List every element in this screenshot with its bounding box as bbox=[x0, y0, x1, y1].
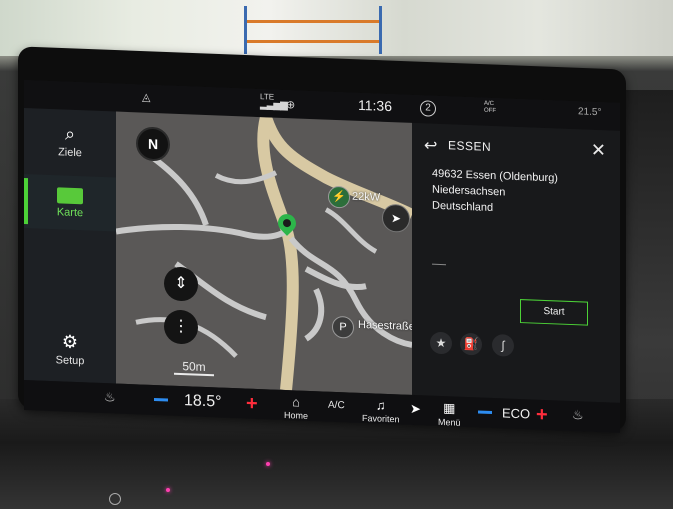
favorites-button[interactable]: ♫ Favoriten bbox=[362, 397, 400, 425]
seat-heating-right-icon[interactable]: ♨ bbox=[572, 407, 584, 423]
charging-station-icon[interactable]: ⛽ bbox=[460, 332, 482, 356]
background-shelf bbox=[244, 6, 382, 54]
map-scale: 50m bbox=[174, 358, 214, 377]
temperature-down-button[interactable] bbox=[154, 397, 168, 402]
route-icon[interactable]: ∫ bbox=[492, 333, 514, 357]
search-pin-icon: ⌕ bbox=[64, 123, 76, 144]
start-button[interactable]: Start bbox=[520, 299, 588, 326]
home-button[interactable]: ⌂ Home bbox=[284, 394, 308, 421]
street bbox=[324, 207, 378, 254]
notification-badge[interactable]: 2 bbox=[420, 100, 436, 117]
home-icon: ⌂ bbox=[292, 394, 300, 410]
address-line-1: 49632 Essen (Oldenburg) bbox=[432, 167, 558, 185]
map-view[interactable]: N ⚡ 22kW ➤ ⇕ ⋮ P Hasestraße 50m bbox=[116, 111, 412, 395]
charging-station-icon[interactable]: ⚡ bbox=[328, 185, 350, 209]
rail-item-label: Karte bbox=[56, 206, 84, 220]
favorite-star-icon[interactable]: ★ bbox=[430, 331, 452, 355]
destination-title: ESSEN bbox=[448, 138, 492, 154]
address-line-2: Niedersachsen bbox=[432, 183, 506, 199]
temperature-up-button[interactable]: + bbox=[246, 393, 258, 416]
more-options-button[interactable]: ⋮ bbox=[164, 309, 198, 345]
indicator-led bbox=[166, 488, 170, 492]
charger-power-label: 22kW bbox=[352, 190, 381, 204]
outside-temperature: 21.5° bbox=[578, 106, 602, 119]
compass-button[interactable]: N bbox=[136, 126, 170, 162]
music-note-icon: ♫ bbox=[375, 397, 386, 413]
rail-item-label: Setup bbox=[55, 354, 85, 368]
rail-item-setup[interactable]: ⚙ Setup bbox=[24, 322, 116, 380]
street bbox=[144, 150, 209, 226]
navigation-arrow-button[interactable]: ➤ bbox=[410, 401, 421, 418]
seat-heating-icon[interactable]: ♨ bbox=[104, 389, 116, 405]
mode-down-button[interactable] bbox=[478, 410, 492, 414]
power-button-icon[interactable] bbox=[109, 493, 121, 505]
close-icon[interactable]: ✕ bbox=[591, 140, 606, 162]
car-infotainment-photo: ◬ LTE ▂▃▅▆ ⊕ 11:36 2 A/C OFF 21.5° ⌕ Zie… bbox=[0, 0, 673, 509]
parking-poi-icon[interactable]: P bbox=[332, 315, 354, 339]
mode-up-button[interactable]: + bbox=[536, 404, 548, 427]
clock: 11:36 bbox=[358, 96, 392, 115]
ac-button[interactable]: A/C bbox=[328, 400, 345, 412]
signal-bars-icon: ▂▃▅▆ bbox=[260, 99, 287, 112]
favorites-label: Favoriten bbox=[362, 412, 400, 425]
rail-item-karte[interactable]: Karte bbox=[24, 174, 116, 232]
indicator-led bbox=[266, 462, 270, 466]
route-options-button[interactable]: ⇕ bbox=[164, 266, 198, 302]
navigation-arrow-icon: ➤ bbox=[410, 400, 421, 417]
temperature-value: 18.5° bbox=[184, 392, 222, 411]
infotainment-screen: ◬ LTE ▂▃▅▆ ⊕ 11:36 2 A/C OFF 21.5° ⌕ Zie… bbox=[24, 80, 620, 433]
divider bbox=[432, 263, 446, 266]
rail-item-label: Ziele bbox=[58, 146, 82, 160]
destination-panel: ↩ ESSEN ✕ 49632 Essen (Oldenburg) Nieder… bbox=[412, 122, 620, 403]
navigation-status-icon: ◬ bbox=[142, 91, 151, 104]
left-rail: ⌕ Ziele Karte ⚙ Setup bbox=[24, 108, 116, 384]
street bbox=[304, 287, 325, 342]
street-label: Hasestraße bbox=[358, 318, 412, 334]
gear-icon: ⚙ bbox=[61, 331, 79, 353]
grid-menu-icon: ▦ bbox=[443, 400, 456, 416]
globe-icon: ⊕ bbox=[286, 99, 296, 112]
recenter-arrow-icon[interactable]: ➤ bbox=[382, 203, 410, 233]
drive-mode-label: ECO bbox=[502, 405, 531, 422]
rail-item-ziele[interactable]: ⌕ Ziele bbox=[24, 114, 116, 172]
ac-status: A/C OFF bbox=[484, 100, 496, 115]
menu-button[interactable]: ▦ Menü bbox=[438, 400, 461, 428]
address-line-3: Deutschland bbox=[432, 199, 494, 215]
back-arrow-icon[interactable]: ↩ bbox=[424, 135, 437, 156]
map-icon bbox=[57, 187, 83, 205]
home-label: Home bbox=[284, 409, 309, 421]
